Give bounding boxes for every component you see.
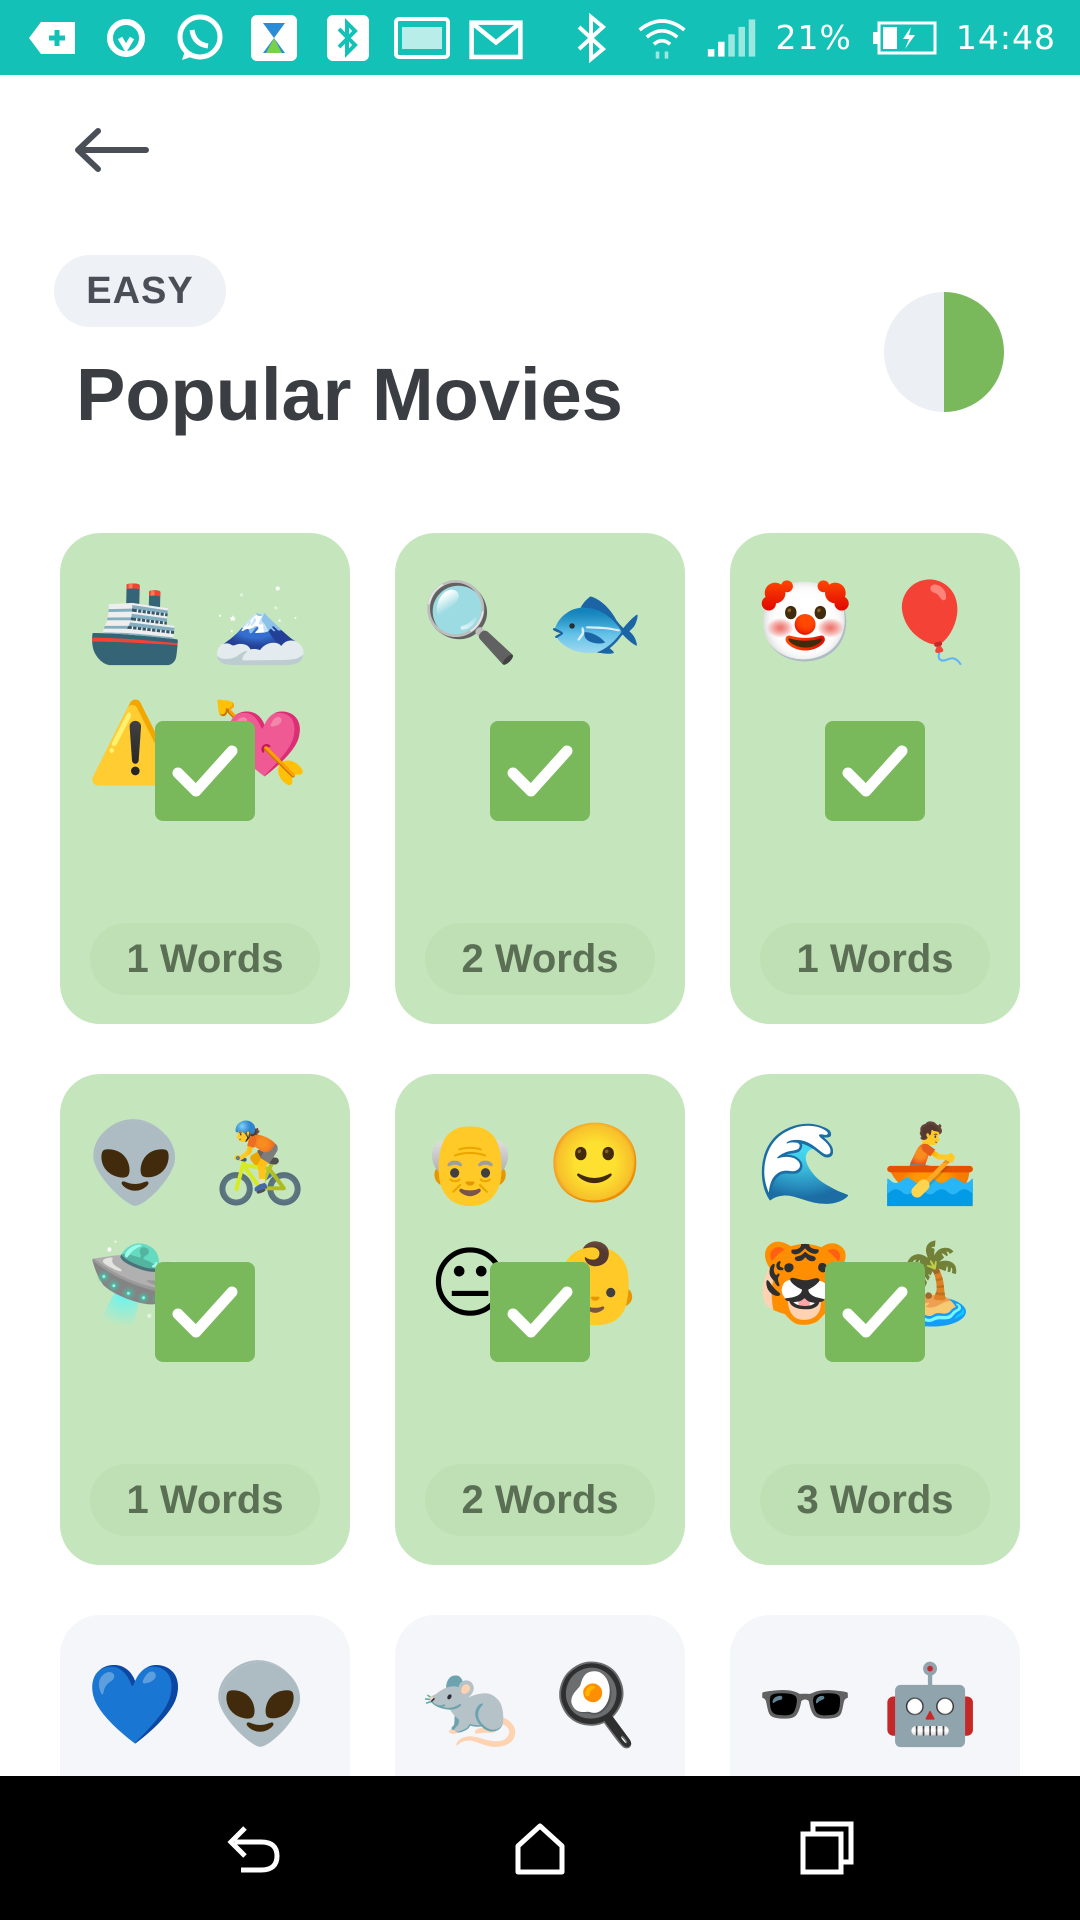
nav-recents-button[interactable] <box>767 1798 887 1898</box>
emoji-clue: 🚴 <box>211 1119 309 1209</box>
difficulty-badge: EASY <box>54 255 226 327</box>
emoji-clue: 🚣 <box>881 1119 979 1209</box>
checkmark-icon <box>490 721 590 821</box>
checkmark-icon <box>155 721 255 821</box>
navigation-bar <box>0 1776 1080 1920</box>
emoji-clues: 🕶️ 🤖 <box>750 1655 1000 1755</box>
checkmark-icon <box>490 1262 590 1362</box>
nav-home-button[interactable] <box>480 1798 600 1898</box>
mail-icon <box>468 12 524 64</box>
emoji-clues: 💙 👽 <box>80 1655 330 1755</box>
battery-icon <box>870 12 938 64</box>
emoji-clue: 👴 <box>421 1119 519 1209</box>
bluetooth-app-icon <box>320 12 376 64</box>
emoji-clue: 👽 <box>86 1119 184 1209</box>
hourglass-app-icon <box>246 12 302 64</box>
emoji-clues: 🐀 🍳 <box>415 1655 665 1755</box>
word-count-badge: 2 Words <box>425 923 655 995</box>
word-count-badge: 2 Words <box>425 1464 655 1536</box>
level-card[interactable]: 🤡 🎈 1 Words <box>730 533 1020 1024</box>
home-nav-icon <box>515 1823 565 1875</box>
emoji-clue: 🔍 <box>421 578 519 668</box>
word-count-badge: 3 Words <box>760 1464 990 1536</box>
level-card[interactable]: 🔍 🐟 2 Words <box>395 533 685 1024</box>
recents-nav-icon <box>800 1821 854 1875</box>
battery-percent: 21% <box>775 18 852 57</box>
emoji-clue: 👽 <box>211 1660 309 1750</box>
bluetooth-icon <box>566 12 618 64</box>
emoji-clue: 🐀 <box>421 1660 519 1750</box>
emoji-clue: 🐟 <box>546 578 644 668</box>
level-card[interactable]: 👽 🚴 🛸 1 Words <box>60 1074 350 1565</box>
emoji-clue: 🍳 <box>546 1660 644 1750</box>
emoji-clue: 🕶️ <box>756 1660 854 1750</box>
add-icon <box>24 12 80 64</box>
level-card[interactable]: 👴 🙂 😐 👶 2 Words <box>395 1074 685 1565</box>
gallery-icon <box>394 12 450 64</box>
emoji-clue: 🎈 <box>881 578 979 668</box>
progress-indicator <box>884 292 1004 412</box>
app-screen: 21% 14:48 EASY Popular Movies 🚢 🗻 ⚠️ 💘 1 Wor… <box>0 0 1080 1920</box>
emoji-clue: 🤡 <box>756 578 854 668</box>
nav-back-button[interactable] <box>193 1798 313 1898</box>
arrow-left-icon <box>75 128 149 172</box>
status-bar: 21% 14:48 <box>0 0 1080 75</box>
checkmark-icon <box>825 721 925 821</box>
whatsapp-icon <box>172 12 228 64</box>
emoji-clue: 💙 <box>86 1660 184 1750</box>
signal-icon <box>706 12 758 64</box>
page-title: Popular Movies <box>76 353 623 436</box>
word-count-badge: 1 Words <box>760 923 990 995</box>
back-nav-icon <box>227 1826 280 1873</box>
progress-fill <box>944 292 1004 412</box>
level-card[interactable]: 🚢 🗻 ⚠️ 💘 1 Words <box>60 533 350 1024</box>
level-grid: 🚢 🗻 ⚠️ 💘 1 Words 🔍 🐟 2 Words 🤡 🎈 1 Words 👽 🚴 🛸 1 Words… <box>60 533 1020 1895</box>
checkmark-icon <box>825 1262 925 1362</box>
emoji-clue: 🗻 <box>211 578 309 668</box>
emoji-clue: 🚢 <box>86 578 184 668</box>
back-button[interactable] <box>60 110 160 190</box>
word-count-badge: 1 Words <box>90 923 320 995</box>
emoji-clues: 🔍 🐟 <box>415 573 665 673</box>
emoji-clues: 🤡 🎈 <box>750 573 1000 673</box>
emoji-clue: 🙂 <box>546 1119 644 1209</box>
checkmark-icon <box>155 1262 255 1362</box>
clock: 14:48 <box>955 18 1056 57</box>
wifi-icon <box>636 12 688 64</box>
notification-icons <box>24 12 524 64</box>
word-count-badge: 1 Words <box>90 1464 320 1536</box>
emoji-clue: 🌊 <box>756 1119 854 1209</box>
emoji-clue: 🤖 <box>881 1660 979 1750</box>
sync-icon <box>98 12 154 64</box>
level-card[interactable]: 🌊 🚣 🐯 🏝️ 3 Words <box>730 1074 1020 1565</box>
system-status: 21% 14:48 <box>566 12 1056 64</box>
